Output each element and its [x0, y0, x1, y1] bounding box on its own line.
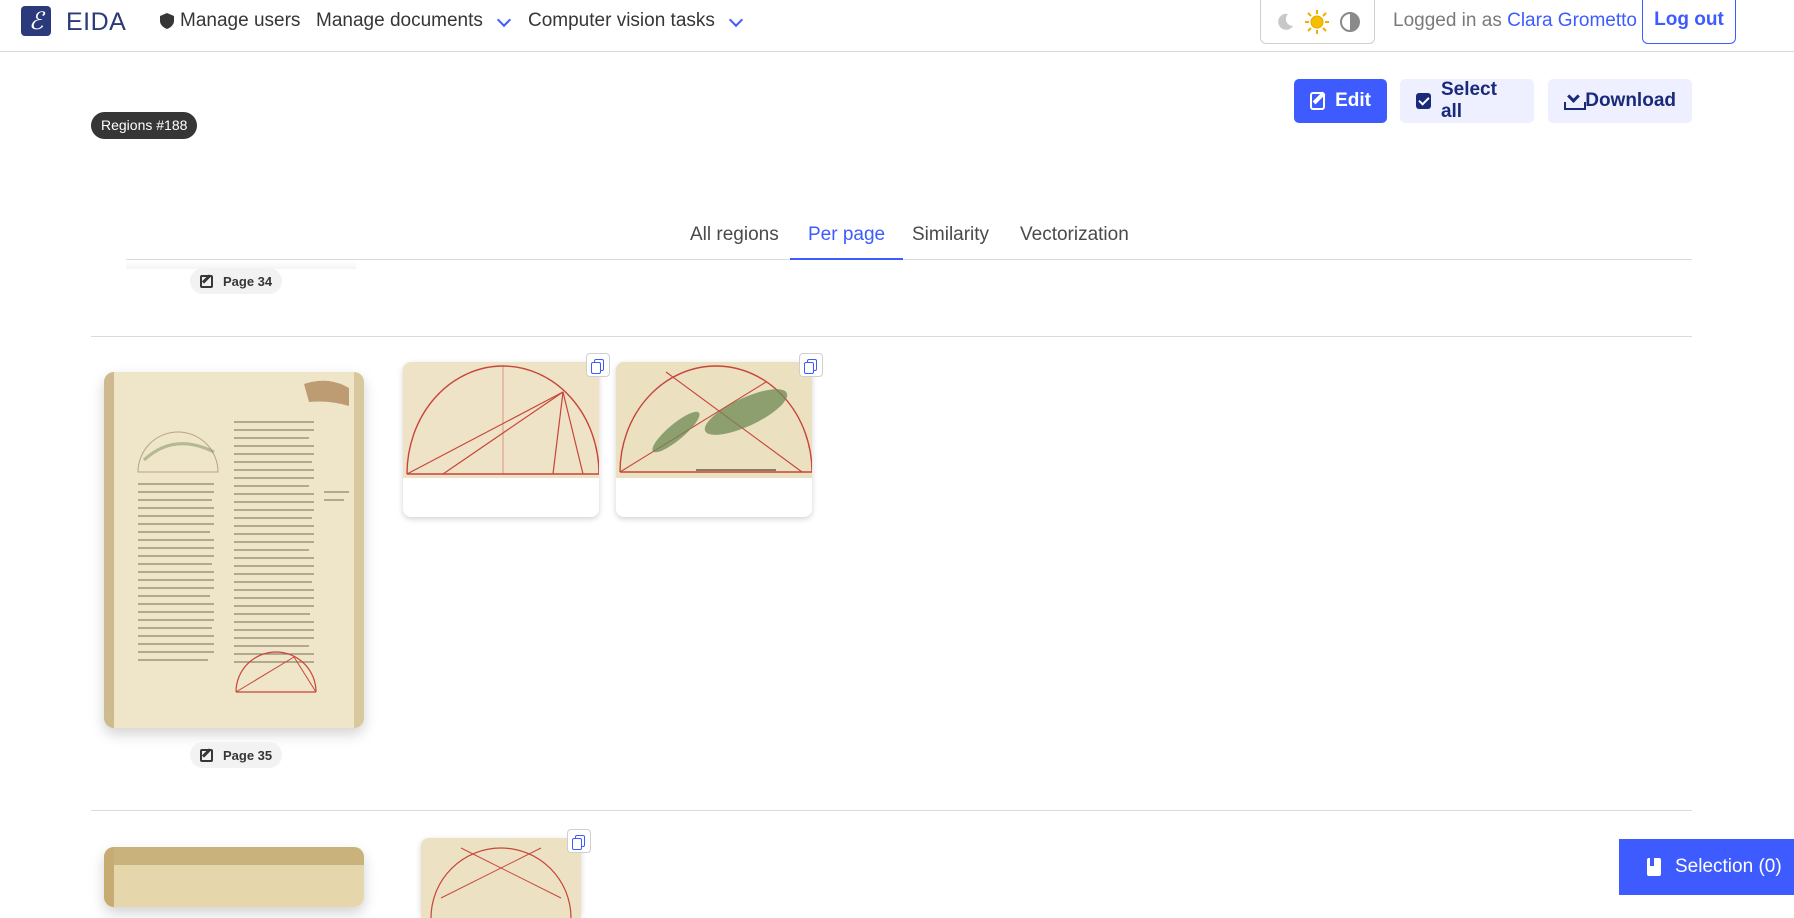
shield-icon — [160, 13, 174, 29]
chevron-down-icon — [728, 12, 743, 28]
region-image — [421, 838, 581, 918]
nav-manage-documents[interactable]: Manage documents — [316, 10, 511, 32]
page-divider — [91, 810, 1692, 811]
nav-computer-vision-tasks-label: Computer vision tasks — [528, 10, 715, 31]
region-card[interactable] — [421, 838, 581, 918]
regions-badge: Regions #188 — [91, 112, 198, 139]
theme-switcher — [1260, 0, 1375, 44]
chevron-down-icon — [496, 12, 511, 28]
tab-similarity[interactable]: Similarity — [894, 224, 1007, 260]
selection-button[interactable]: Selection (0) — [1619, 839, 1794, 895]
logged-in-info: Logged in as Clara Grometto — [1393, 10, 1637, 32]
download-icon — [1564, 92, 1587, 110]
page-label-text: Page 35 — [223, 747, 273, 763]
download-button[interactable]: Download — [1548, 79, 1692, 123]
edit-icon — [1310, 92, 1326, 110]
page-thumbnail[interactable] — [104, 847, 364, 907]
edit-label: Edit — [1335, 90, 1371, 111]
brand-name[interactable]: EIDA — [66, 8, 126, 37]
page-label[interactable]: Page 35 — [190, 742, 283, 768]
select-all-button[interactable]: Select all — [1400, 79, 1534, 123]
sun-icon[interactable] — [1304, 9, 1329, 34]
logo-icon[interactable]: ℰ — [21, 6, 51, 36]
tab-per-page[interactable]: Per page — [790, 224, 904, 260]
nav-computer-vision-tasks[interactable]: Computer vision tasks — [528, 10, 743, 32]
bookmark-icon — [1647, 858, 1661, 876]
top-navbar: ℰ EIDA Manage users Manage documents Com… — [0, 0, 1794, 52]
copy-icon[interactable] — [799, 353, 823, 377]
page-label[interactable]: Page 34 — [190, 268, 283, 294]
edit-icon — [200, 274, 213, 288]
user-link[interactable]: Clara Grometto — [1507, 10, 1637, 31]
manuscript-page-image — [104, 372, 364, 728]
page-divider — [91, 336, 1692, 337]
page-label-text: Page 34 — [223, 273, 273, 289]
region-card[interactable] — [403, 362, 599, 517]
view-tabs: All regions Per page Similarity Vectoriz… — [126, 218, 1692, 260]
checkbox-icon — [1416, 93, 1431, 109]
region-image — [403, 362, 599, 478]
nav-manage-users[interactable]: Manage users — [160, 10, 300, 32]
edit-icon — [200, 748, 213, 762]
manuscript-page-image — [104, 847, 364, 907]
page-thumbnail[interactable] — [104, 372, 364, 728]
region-image — [616, 362, 812, 478]
tab-all-regions[interactable]: All regions — [672, 224, 797, 260]
edit-button[interactable]: Edit — [1294, 79, 1387, 123]
copy-icon[interactable] — [586, 353, 610, 377]
nav-manage-users-label: Manage users — [180, 10, 301, 31]
contrast-icon[interactable] — [1339, 11, 1361, 33]
copy-icon[interactable] — [567, 829, 591, 853]
select-all-label: Select all — [1440, 79, 1497, 122]
selection-label: Selection (0) — [1675, 856, 1782, 877]
logged-in-prefix: Logged in as — [1393, 10, 1502, 31]
tab-vectorization[interactable]: Vectorization — [1002, 224, 1147, 260]
moon-icon[interactable] — [1275, 12, 1295, 32]
nav-manage-documents-label: Manage documents — [316, 10, 483, 31]
region-card[interactable] — [616, 362, 812, 517]
logout-button[interactable]: Log out — [1642, 0, 1736, 44]
download-label: Download — [1585, 90, 1676, 111]
